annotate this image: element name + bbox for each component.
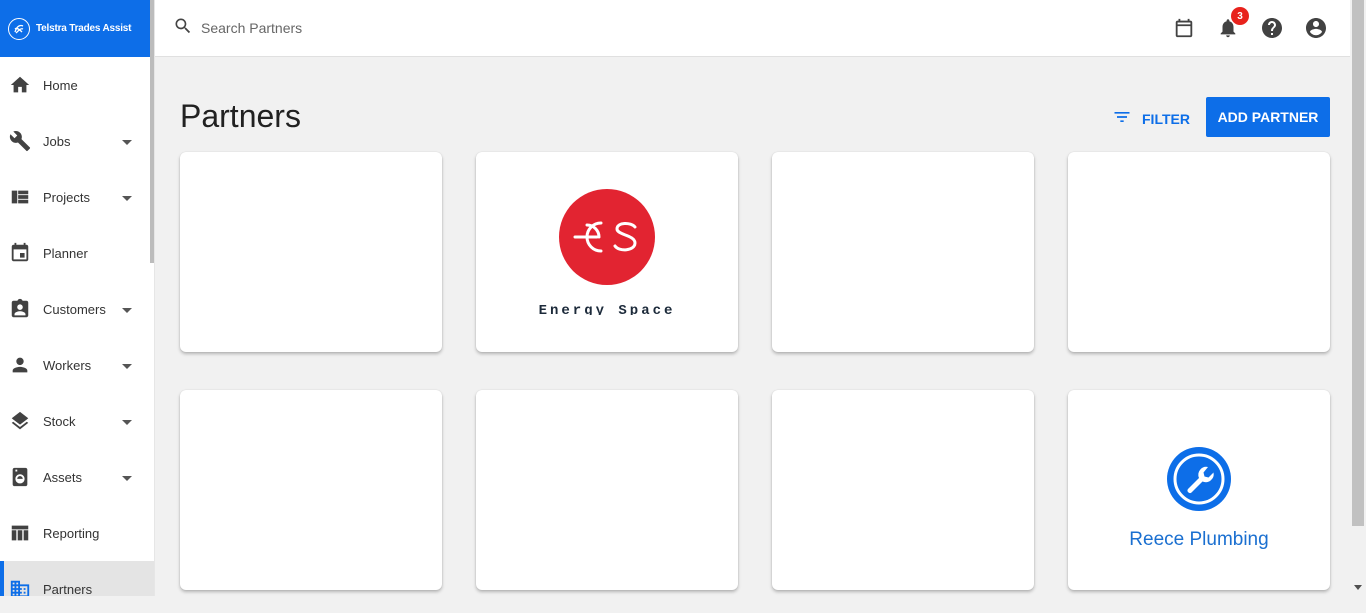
person-icon xyxy=(9,354,31,376)
top-icons: 3 xyxy=(1152,7,1328,40)
sidebar-item-customers[interactable]: Customers xyxy=(0,281,154,337)
partner-card-reece-plumbing[interactable]: Reece Plumbing xyxy=(1068,390,1330,590)
washer-icon xyxy=(9,466,31,488)
telstra-swirl-icon xyxy=(8,17,30,40)
layers-icon xyxy=(9,410,31,432)
brand-name: Telstra Trades Assist xyxy=(36,23,132,34)
sidebar-item-label: Home xyxy=(43,77,78,93)
chevron-down-icon[interactable] xyxy=(122,364,132,369)
sidebar-item-label: Stock xyxy=(43,413,76,429)
view-quilt-icon xyxy=(9,186,31,208)
sidebar-item-home[interactable]: Home xyxy=(0,57,154,113)
filter-list-icon xyxy=(1112,107,1132,130)
main-content: Partners FILTER ADD PARTNER Energy Space xyxy=(155,57,1350,596)
sidebar-item-workers[interactable]: Workers xyxy=(0,337,154,393)
search-input[interactable] xyxy=(201,20,501,36)
notification-badge: 3 xyxy=(1231,7,1249,25)
chevron-down-icon[interactable] xyxy=(122,420,132,425)
sidebar-item-label: Projects xyxy=(43,189,90,205)
add-partner-button[interactable]: ADD PARTNER xyxy=(1206,97,1330,137)
wrench-icon xyxy=(9,130,31,152)
top-bar: 3 xyxy=(155,0,1350,57)
sidebar-item-label: Partners xyxy=(43,581,93,597)
sidebar-item-planner[interactable]: Planner xyxy=(0,225,154,281)
sidebar-item-stock[interactable]: Stock xyxy=(0,393,154,449)
table-icon xyxy=(9,522,31,544)
chevron-down-icon[interactable] xyxy=(122,308,132,313)
account-icon[interactable] xyxy=(1304,16,1328,40)
sidebar-item-label: Reporting xyxy=(43,525,100,541)
partner-card[interactable] xyxy=(180,390,442,590)
brand-header[interactable]: Telstra Trades Assist xyxy=(0,0,154,57)
sidebar: Telstra Trades Assist Home Jobs Projects… xyxy=(0,0,155,596)
bell-icon[interactable]: 3 xyxy=(1216,7,1249,40)
sidebar-item-assets[interactable]: Assets xyxy=(0,449,154,505)
help-icon[interactable] xyxy=(1260,16,1284,40)
home-icon xyxy=(9,74,31,96)
bottom-strip xyxy=(0,596,1366,613)
partner-grid: Energy Space Reece Plumbing xyxy=(180,152,1330,590)
calendar-event-icon xyxy=(9,242,31,264)
partner-card[interactable] xyxy=(772,152,1034,352)
sidebar-item-reporting[interactable]: Reporting xyxy=(0,505,154,561)
chevron-down-icon[interactable] xyxy=(122,196,132,201)
sidebar-item-label: Planner xyxy=(43,245,88,261)
page-title: Partners xyxy=(180,98,301,134)
sidebar-item-projects[interactable]: Projects xyxy=(0,169,154,225)
sidebar-item-label: Workers xyxy=(43,357,92,373)
partner-name: Energy Space xyxy=(538,303,676,315)
partner-card[interactable] xyxy=(476,390,738,590)
scrollbar-thumb[interactable] xyxy=(1352,0,1364,526)
partner-card-energy-space[interactable]: Energy Space xyxy=(476,152,738,352)
partner-name: Reece Plumbing xyxy=(1129,529,1269,550)
chevron-down-icon[interactable] xyxy=(122,140,132,145)
search-box xyxy=(173,16,501,41)
page-scrollbar[interactable] xyxy=(1350,0,1366,596)
partner-card[interactable] xyxy=(180,152,442,352)
sidebar-item-label: Assets xyxy=(43,469,83,485)
filter-button[interactable]: FILTER xyxy=(1112,107,1190,130)
sidebar-item-label: Customers xyxy=(43,301,106,317)
filter-label: FILTER xyxy=(1142,110,1190,127)
scroll-down-arrow-icon[interactable] xyxy=(1354,585,1362,590)
chevron-down-icon[interactable] xyxy=(122,476,132,481)
search-icon[interactable] xyxy=(173,16,193,41)
energy-space-logo xyxy=(559,189,655,285)
sidebar-item-label: Jobs xyxy=(43,133,71,149)
calendar-icon[interactable] xyxy=(1172,16,1196,40)
partner-card[interactable] xyxy=(1068,152,1330,352)
partner-card[interactable] xyxy=(772,390,1034,590)
contact-card-icon xyxy=(9,298,31,320)
building-icon xyxy=(9,578,31,596)
sidebar-item-jobs[interactable]: Jobs xyxy=(0,113,154,169)
wrench-circle-logo xyxy=(1167,447,1231,511)
sidebar-item-partners[interactable]: Partners xyxy=(0,561,154,596)
